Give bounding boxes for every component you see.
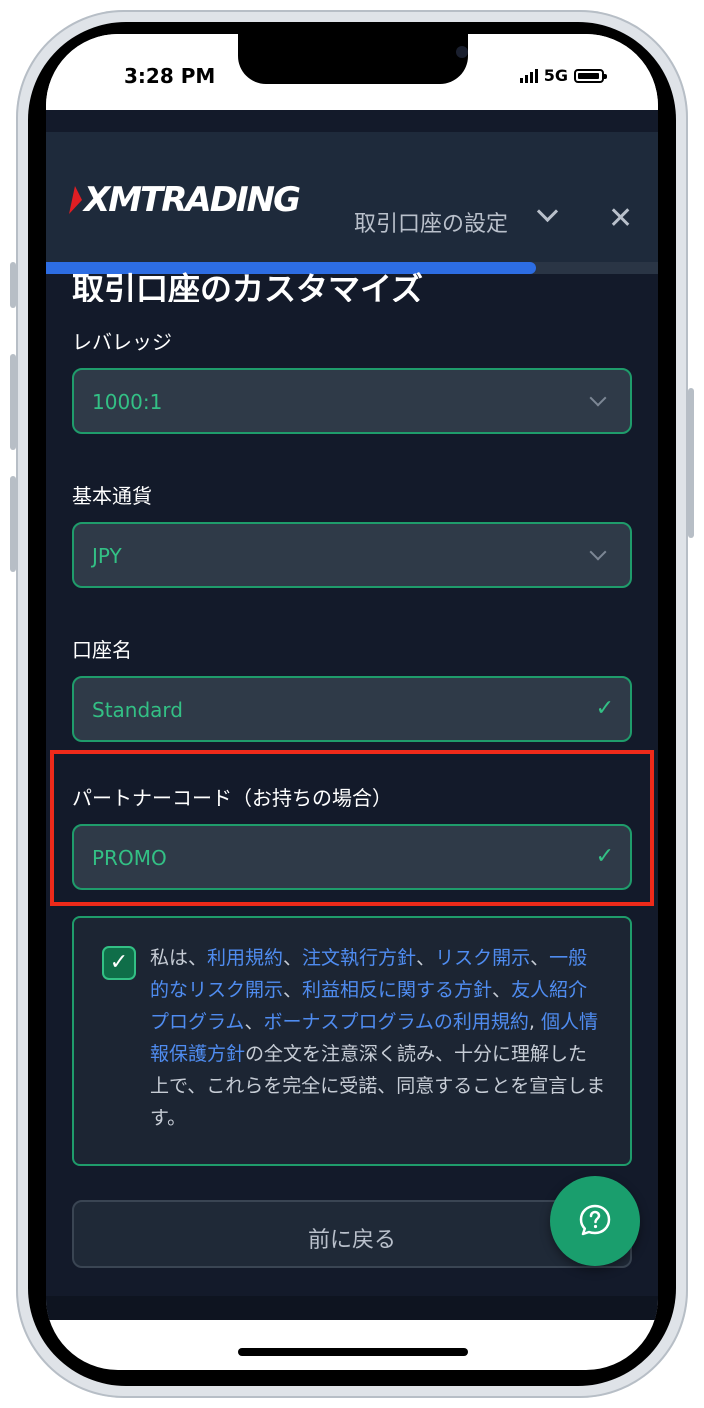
signal-icon <box>519 68 538 83</box>
status-time: 3:28 PM <box>124 64 216 88</box>
consent-separator: 、 <box>283 979 303 1001</box>
front-camera <box>456 46 468 58</box>
consent-checkbox[interactable]: ✓ <box>102 946 136 980</box>
chevron-down-icon[interactable] <box>536 200 559 223</box>
currency-label: 基本通貨 <box>72 484 152 508</box>
link-bonus-program-terms[interactable]: ボーナスプログラムの利用規約 <box>263 1011 528 1033</box>
help-button[interactable] <box>550 1176 640 1266</box>
partner-code-input[interactable]: PROMO ✓ <box>72 824 632 890</box>
app-header: XMTRADING 取引口座の設定 ✕ <box>46 132 658 264</box>
leverage-select[interactable]: 1000:1 <box>72 368 632 434</box>
phone-screen: 3:28 PM 5G XMTRADING 取引口座の設定 ✕ 取引口座のカスタマ… <box>46 34 658 1370</box>
volume-up-button <box>10 354 16 450</box>
consent-separator: , <box>528 1011 541 1033</box>
footer-band <box>46 1296 658 1320</box>
logo-text: XMTRADING <box>84 180 301 220</box>
consent-separator: 、 <box>244 1011 264 1033</box>
partner-code-label: パートナーコード（お持ちの場合） <box>72 786 392 810</box>
check-icon: ✓ <box>595 696 614 721</box>
check-icon: ✓ <box>595 844 614 869</box>
home-indicator[interactable] <box>238 1348 468 1356</box>
currency-select[interactable]: JPY <box>72 522 632 588</box>
consent-separator: 、 <box>530 947 550 969</box>
consent-separator: 、 <box>492 979 512 1001</box>
leverage-value: 1000:1 <box>92 390 163 414</box>
chevron-down-icon <box>589 543 607 561</box>
close-icon[interactable]: ✕ <box>608 204 633 234</box>
back-button-label: 前に戻る <box>307 1228 396 1253</box>
consent-prefix: 私は、 <box>150 947 208 969</box>
header-title[interactable]: 取引口座の設定 <box>354 206 508 238</box>
xm-logo[interactable]: XMTRADING <box>69 180 301 220</box>
chevron-down-icon <box>589 389 607 407</box>
mute-switch <box>10 262 16 308</box>
power-button <box>688 388 694 538</box>
consent-separator: 、 <box>283 947 303 969</box>
account-name-input[interactable]: Standard ✓ <box>72 676 632 742</box>
link-risk-disclosure[interactable]: リスク開示 <box>435 947 530 969</box>
app-content: XMTRADING 取引口座の設定 ✕ 取引口座のカスタマイズ レバレッジ 10… <box>46 110 658 1320</box>
consent-text: 私は、利用規約、注文執行方針、リスク開示、一般的なリスク開示、利益相反に関する方… <box>150 942 606 1134</box>
link-terms[interactable]: 利用規約 <box>207 947 283 969</box>
help-question-icon <box>579 1204 611 1236</box>
back-button[interactable]: 前に戻る <box>72 1200 632 1268</box>
status-indicators: 5G <box>519 66 607 85</box>
notch <box>238 34 468 84</box>
link-conflict-of-interest-policy[interactable]: 利益相反に関する方針 <box>302 979 492 1001</box>
leverage-label: レバレッジ <box>72 330 172 354</box>
currency-value: JPY <box>92 544 122 568</box>
consent-separator: 、 <box>416 947 436 969</box>
consent-box: ✓ 私は、利用規約、注文執行方針、リスク開示、一般的なリスク開示、利益相反に関す… <box>72 916 632 1166</box>
status-bar: 3:28 PM 5G <box>46 34 658 110</box>
battery-icon <box>574 68 607 83</box>
account-name-label: 口座名 <box>72 638 132 662</box>
account-name-value: Standard <box>92 698 183 722</box>
network-type: 5G <box>543 66 568 85</box>
logo-mark-icon <box>69 186 85 214</box>
partner-code-value: PROMO <box>92 846 167 870</box>
page-title: 取引口座のカスタマイズ <box>72 272 424 302</box>
volume-down-button <box>10 476 16 572</box>
link-order-execution-policy[interactable]: 注文執行方針 <box>302 947 416 969</box>
